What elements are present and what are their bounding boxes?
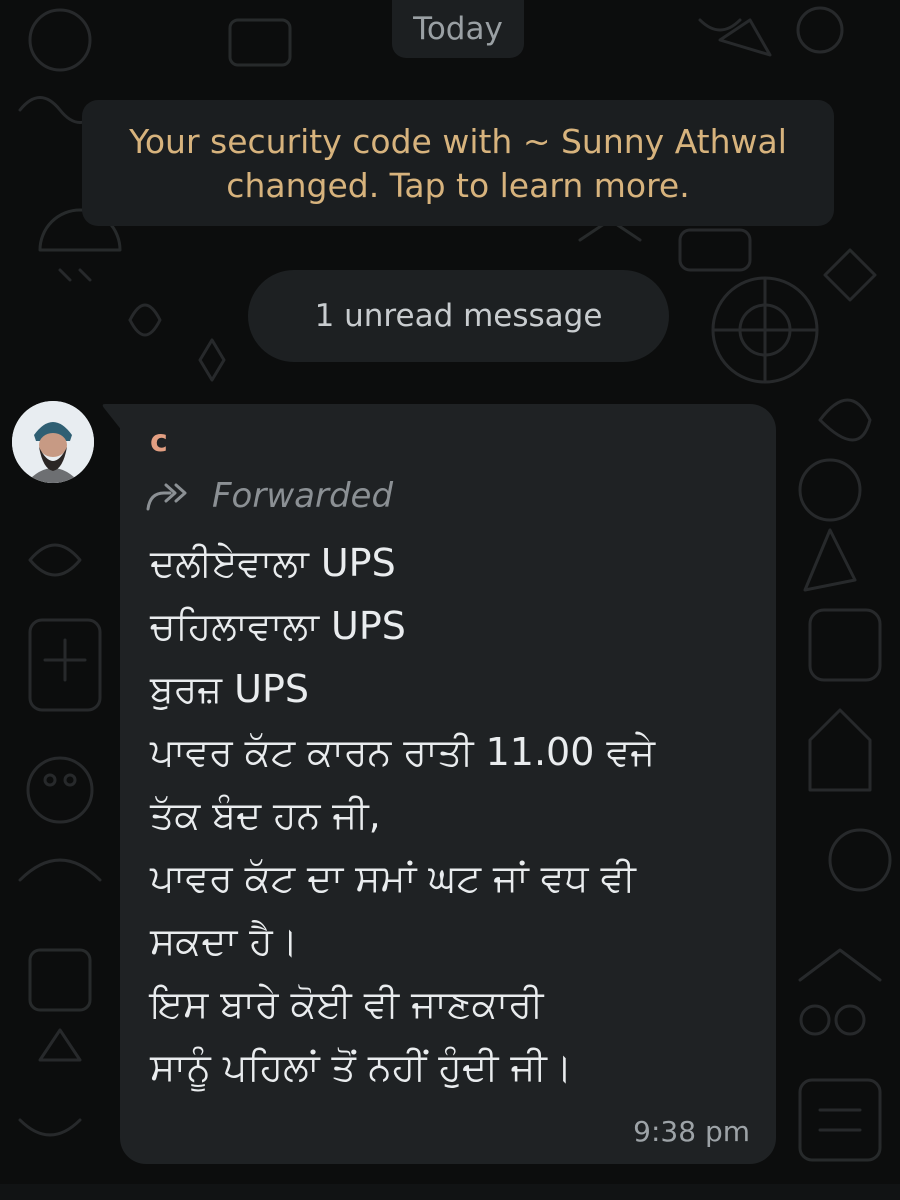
message-line: ਬੁਰਜ਼ UPS [150,667,309,711]
unread-messages-banner: 1 unread message [248,270,669,362]
message-timestamp: 9:38 pm [633,1115,750,1148]
security-notice-line1: Your security code with ~ Sunny Athwal [129,122,787,161]
avatar-icon [12,401,94,483]
message-line: ਇਸ ਬਾਰੇ ਕੋਈ ਵੀ ਜਾਣਕਾਰੀ [150,982,544,1026]
message-line: ਦਲੀਏਵਾਲਾ UPS [150,541,396,585]
security-code-notice[interactable]: Your security code with ~ Sunny Athwal c… [82,100,834,226]
sender-avatar[interactable] [12,401,94,483]
forwarded-label: Forwarded [212,476,394,516]
forward-icon [146,483,187,511]
message-bubble[interactable]: c Forwarded ਦਲੀਏਵਾਲਾ UPS ਚਹਿਲਾਵਾਲਾ UPS ਬ… [120,404,776,1164]
message-text: ਦਲੀਏਵਾਲਾ UPS ਚਹਿਲਾਵਾਲਾ UPS ਬੁਰਜ਼ UPS ਪਾਵ… [150,532,750,1099]
message-line: ਸਾਨੂੰ ਪਹਿਲਾਂ ਤੋਂ ਨਹੀਂ ਹੁੰਦੀ ਜੀ। [150,1045,573,1089]
security-notice-line2: changed. Tap to learn more. [226,166,690,205]
message-line: ਪਾਵਰ ਕੱਟ ਦਾ ਸਮਾਂ ਘਟ ਜਾਂ ਵਧ ਵੀ [150,856,636,900]
message-line: ਸਕਦਾ ਹੈ। [150,919,299,963]
message-line: ਤੱਕ ਬੰਦ ਹਨ ਜੀ, [150,793,381,837]
chat-screen: Today Your security code with ~ Sunny At… [0,0,900,1200]
forwarded-indicator: Forwarded [146,474,393,518]
sender-name[interactable]: c [150,424,168,459]
bottom-edge [0,1184,900,1200]
date-chip: Today [392,0,524,58]
message-line: ਚਹਿਲਾਵਾਲਾ UPS [150,604,406,648]
message-line: ਪਾਵਰ ਕੱਟ ਕਾਰਨ ਰਾਤੀ 11.00 ਵਜੇ [150,730,656,774]
